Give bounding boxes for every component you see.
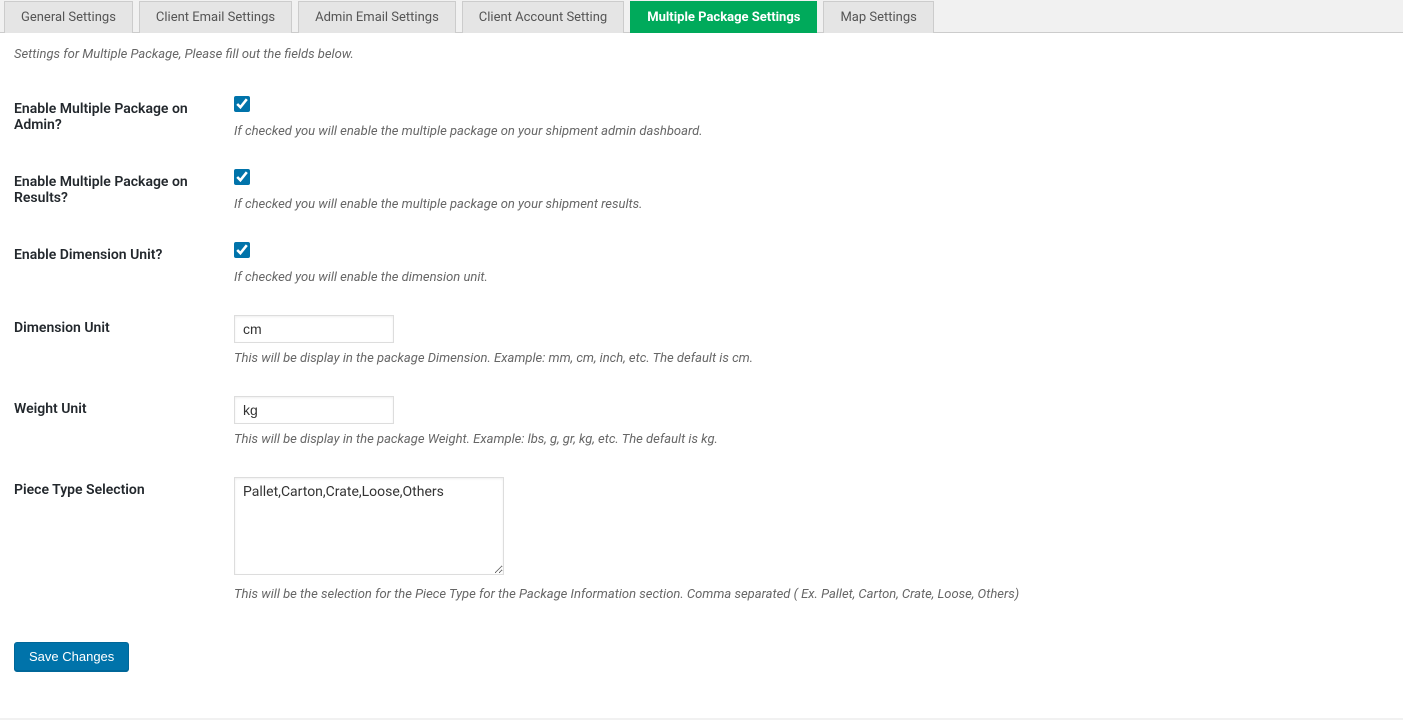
tab-admin-email-settings[interactable]: Admin Email Settings <box>298 1 456 33</box>
label-weight-unit: Weight Unit <box>14 386 234 467</box>
input-weight-unit[interactable] <box>234 396 394 424</box>
save-changes-button[interactable]: Save Changes <box>14 642 129 671</box>
label-enable-results: Enable Multiple Package on Results? <box>14 159 234 232</box>
settings-form-table: Enable Multiple Package on Admin? If che… <box>14 86 1389 622</box>
settings-tab-bar: General Settings Client Email Settings A… <box>0 0 1403 33</box>
checkbox-enable-dim-unit[interactable] <box>234 242 250 258</box>
desc-piece-type: This will be the selection for the Piece… <box>234 587 1379 602</box>
input-dim-unit[interactable] <box>234 315 394 343</box>
checkbox-enable-results[interactable] <box>234 169 250 185</box>
tab-general-settings[interactable]: General Settings <box>4 1 133 33</box>
label-dim-unit: Dimension Unit <box>14 305 234 386</box>
desc-weight-unit: This will be display in the package Weig… <box>234 432 1379 447</box>
settings-panel: Settings for Multiple Package, Please fi… <box>0 33 1403 718</box>
desc-dim-unit: This will be display in the package Dime… <box>234 351 1379 366</box>
desc-enable-dim-unit: If checked you will enable the dimension… <box>234 270 1379 285</box>
intro-text: Settings for Multiple Package, Please fi… <box>14 47 1389 62</box>
checkbox-enable-admin[interactable] <box>234 96 250 112</box>
label-enable-dim-unit: Enable Dimension Unit? <box>14 232 234 305</box>
tab-map-settings[interactable]: Map Settings <box>823 1 933 33</box>
tab-client-email-settings[interactable]: Client Email Settings <box>139 1 292 33</box>
desc-enable-results: If checked you will enable the multiple … <box>234 197 1379 212</box>
desc-enable-admin: If checked you will enable the multiple … <box>234 124 1379 139</box>
label-enable-admin: Enable Multiple Package on Admin? <box>14 86 234 159</box>
textarea-piece-type[interactable] <box>234 477 504 575</box>
label-piece-type: Piece Type Selection <box>14 467 234 622</box>
tab-client-account-setting[interactable]: Client Account Setting <box>462 1 624 33</box>
tab-multiple-package-settings[interactable]: Multiple Package Settings <box>630 1 817 33</box>
